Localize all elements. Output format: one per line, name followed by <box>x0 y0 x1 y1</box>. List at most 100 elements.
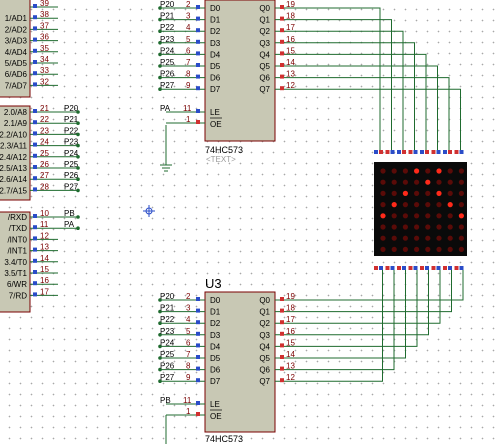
mcu-pin[interactable]: 39 <box>30 0 58 8</box>
pin-name: Q0 <box>259 296 270 305</box>
matrix-top-pin-icon[interactable] <box>425 150 429 154</box>
led-off <box>436 179 442 185</box>
matrix-top-pin-icon[interactable] <box>390 150 395 154</box>
pin-marker-icon <box>280 331 284 336</box>
led-off <box>380 168 386 174</box>
junction-dot <box>76 155 80 159</box>
led-on <box>458 213 464 219</box>
mcu-chip[interactable]: 39 1/AD1 38 2/AD2 37 3/AD3 36 4/AD4 35 5/AD5 34 6/A… <box>0 0 80 313</box>
matrix-bottom-pin-icon[interactable] <box>374 266 378 270</box>
pin-number: 5 <box>186 35 191 44</box>
latch-chip-top[interactable]: 74HC573 <TEXT> P20 2 D0 P21 3 D1 P22 4 D2 P23 5 D3 P… <box>158 0 300 164</box>
led-off <box>391 179 397 185</box>
mcu-pin-label: /RXD <box>8 213 27 222</box>
pin-number: 11 <box>183 396 192 405</box>
led-off <box>436 246 442 252</box>
matrix-top-pin-icon[interactable] <box>431 150 436 154</box>
mcu-pin-number: 11 <box>40 220 49 229</box>
matrix-bottom-pin-icon[interactable] <box>443 266 447 270</box>
net-label: P21 <box>160 12 175 21</box>
led-off <box>458 190 464 196</box>
net-label: P26 <box>160 70 175 79</box>
pin-name: Q1 <box>259 16 270 25</box>
schematic-canvas[interactable]: 39 1/AD1 38 2/AD2 37 3/AD3 36 4/AD4 35 5/AD5 34 6/A… <box>0 0 500 444</box>
matrix-top-pin-icon[interactable] <box>420 150 424 154</box>
latch-top-text-placeholder: <TEXT> <box>206 155 236 164</box>
wire-top-bus <box>300 77 450 150</box>
junction-dot <box>76 188 80 193</box>
matrix-bottom-pin-icon[interactable] <box>431 266 436 270</box>
mcu-pin-number: 27 <box>40 171 49 180</box>
led-on <box>436 168 442 174</box>
matrix-top-pin-icon[interactable] <box>379 150 383 154</box>
matrix-top-pin-icon[interactable] <box>413 150 418 154</box>
pin-name: D5 <box>210 354 221 363</box>
led-off <box>447 190 453 196</box>
pin-name: D2 <box>210 27 221 36</box>
pin-number: 7 <box>186 58 191 67</box>
mcu-pin-number: 24 <box>40 138 49 147</box>
matrix-bottom-pin-icon[interactable] <box>459 266 464 270</box>
led-matrix-8x8[interactable] <box>374 150 467 270</box>
matrix-top-pin-icon[interactable] <box>408 150 413 154</box>
led-off <box>391 224 397 230</box>
latch-u3-name: 74HC573 <box>205 434 243 444</box>
pin-number: 9 <box>186 81 191 90</box>
led-off <box>447 224 453 230</box>
pin-name: Q4 <box>259 342 270 351</box>
pin-marker-icon <box>33 82 37 87</box>
wire-bottom-bus <box>300 270 395 371</box>
led-off <box>425 168 431 174</box>
junction-dot <box>76 143 80 148</box>
pin-marker-icon <box>33 120 37 125</box>
pin-name: D1 <box>210 308 221 317</box>
matrix-top-pin-icon[interactable] <box>385 150 390 154</box>
led-off <box>425 246 431 252</box>
matrix-bottom-pin-icon[interactable] <box>436 266 441 270</box>
pin-number: 7 <box>186 350 191 359</box>
matrix-top-pin-icon[interactable] <box>436 150 441 154</box>
matrix-top-pin-icon[interactable] <box>454 150 459 154</box>
matrix-top-pin-icon[interactable] <box>402 150 406 154</box>
led-on <box>391 202 397 208</box>
net-label: P23 <box>160 327 175 336</box>
led-off <box>414 235 420 241</box>
pin-marker-icon <box>196 343 200 348</box>
led-off <box>402 224 408 230</box>
pin-marker-icon <box>280 343 284 348</box>
matrix-bottom-pin-icon[interactable] <box>454 266 459 270</box>
matrix-top-pin-icon[interactable] <box>397 150 401 154</box>
matrix-bottom-pin-icon[interactable] <box>420 266 424 270</box>
matrix-bottom-pin-icon[interactable] <box>413 266 418 270</box>
matrix-bottom-pin-icon[interactable] <box>425 266 429 270</box>
mcu-pin-label: 2.0/A8 <box>4 108 28 117</box>
mcu-pin-number: 13 <box>40 243 49 252</box>
led-off <box>458 246 464 252</box>
matrix-bottom-pin-icon[interactable] <box>448 266 452 270</box>
mcu-pin-label: 2.6/A14 <box>0 175 28 184</box>
matrix-bottom-pin-icon[interactable] <box>402 266 406 270</box>
pin-name: Q0 <box>259 4 270 13</box>
pin-marker-icon <box>33 247 37 252</box>
matrix-top-pin-icon[interactable] <box>374 150 378 154</box>
latch-chip-u3[interactable]: U3 74HC573 P20 2 D0 P21 3 D1 P22 4 D2 P23 5 D3 P24 6 D… <box>158 276 300 444</box>
matrix-bottom-pin-icon[interactable] <box>390 266 395 270</box>
matrix-bottom-pin-icon[interactable] <box>397 266 401 270</box>
pin-number: 11 <box>183 104 192 113</box>
pin-marker-icon <box>280 39 284 44</box>
led-off <box>402 235 408 241</box>
matrix-top-pin-icon[interactable] <box>459 150 464 154</box>
matrix-top-pin-icon[interactable] <box>448 150 452 154</box>
matrix-top-pin-icon[interactable] <box>443 150 447 154</box>
mcu-pin-number: 22 <box>40 115 49 124</box>
pin-marker-icon <box>33 292 37 297</box>
matrix-bottom-pin-icon[interactable] <box>385 266 390 270</box>
pin-marker-icon <box>280 308 284 313</box>
led-on <box>414 168 420 174</box>
led-off <box>391 190 397 196</box>
led-off <box>391 213 397 219</box>
matrix-bottom-pin-icon[interactable] <box>408 266 413 270</box>
matrix-bottom-pin-icon[interactable] <box>379 266 383 270</box>
schematic-drawing[interactable]: 391/AD1 382/AD2 373/AD3 364/AD4 355/AD5 346/A… <box>0 0 500 444</box>
pin-marker-icon <box>33 187 37 192</box>
